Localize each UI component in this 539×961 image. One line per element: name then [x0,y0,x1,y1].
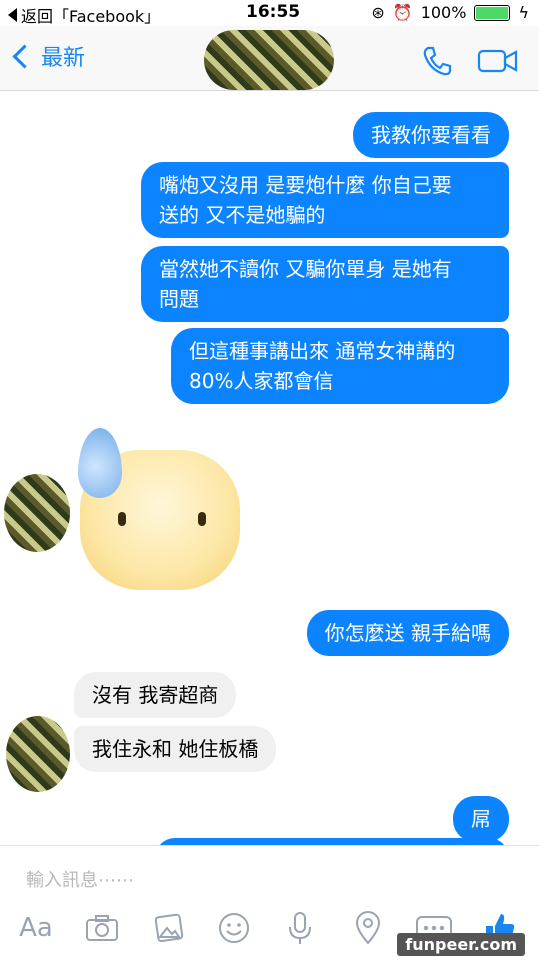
message-bubble-outgoing[interactable]: 你怎麼送 親手給嗎 [306,610,509,656]
message-input[interactable]: 輸入訊息⋯⋯ [26,866,134,892]
rotation-lock-icon: ⊛ [371,3,385,22]
smiley-icon [219,913,249,943]
back-label: 最新 [41,46,86,71]
sweat-drop-icon [78,428,122,498]
text-format-icon: Aa [19,913,53,943]
battery-fill [476,6,509,19]
text-format-button[interactable]: Aa [14,908,58,948]
status-bar: 返回「Facebook」 16:55 ⊛ ⏰ 100% ϟ [0,0,539,26]
back-button[interactable]: 最新 [12,40,85,72]
microphone-icon [289,912,311,944]
message-bubble-incoming[interactable]: 沒有 我寄超商 [74,672,237,718]
message-bubble-outgoing[interactable]: 當然她不讀你 又騙你單身 是她有 問題 [141,246,509,322]
contact-avatar[interactable] [204,30,334,90]
contact-avatar-small[interactable] [6,716,70,792]
photo-gallery-icon [154,913,184,943]
watermark: funpeer.com [397,933,525,956]
back-triangle-icon [8,8,17,22]
camera-icon [86,915,118,941]
message-bubble-incoming[interactable]: 我住永和 她住板橋 [74,726,277,772]
chevron-left-icon [12,43,37,69]
contact-avatar-small[interactable] [4,474,70,552]
gallery-button[interactable] [146,908,190,948]
video-call-button[interactable] [476,44,520,82]
message-bubble-outgoing[interactable]: 但這種事講出來 通常女神講的 80%人家都會信 [171,328,509,404]
battery-percent: 100% [420,3,467,22]
phone-icon [423,46,452,76]
charging-icon: ϟ [518,3,529,22]
alarm-icon: ⏰ [392,3,413,22]
location-pin-icon [355,911,381,945]
video-camera-icon [477,49,518,73]
phone-call-button[interactable] [420,44,454,82]
message-bubble-outgoing[interactable]: 我教你要看看 [353,112,509,158]
message-list[interactable]: 我教你要看看 嘴炮又沒用 是要炮什麼 你自己要 送的 又不是她騙的 當然她不讀你… [0,90,539,858]
return-label: 返回「Facebook」 [21,7,161,26]
location-button[interactable] [346,908,390,948]
battery-icon [474,4,511,21]
camera-button[interactable] [80,908,124,948]
clock: 16:55 [246,2,301,22]
sticker-eye [198,512,206,526]
conversation-header: 最新 [0,26,539,91]
message-bubble-outgoing[interactable]: 嘴炮又沒用 是要炮什麼 你自己要 送的 又不是她騙的 [141,162,509,238]
message-bubble-outgoing[interactable]: 屌 [453,796,509,842]
sticker-eye [118,512,126,526]
return-to-app-link[interactable]: 返回「Facebook」 [8,3,160,27]
voice-button[interactable] [278,908,322,948]
sticker-button[interactable] [212,908,256,948]
